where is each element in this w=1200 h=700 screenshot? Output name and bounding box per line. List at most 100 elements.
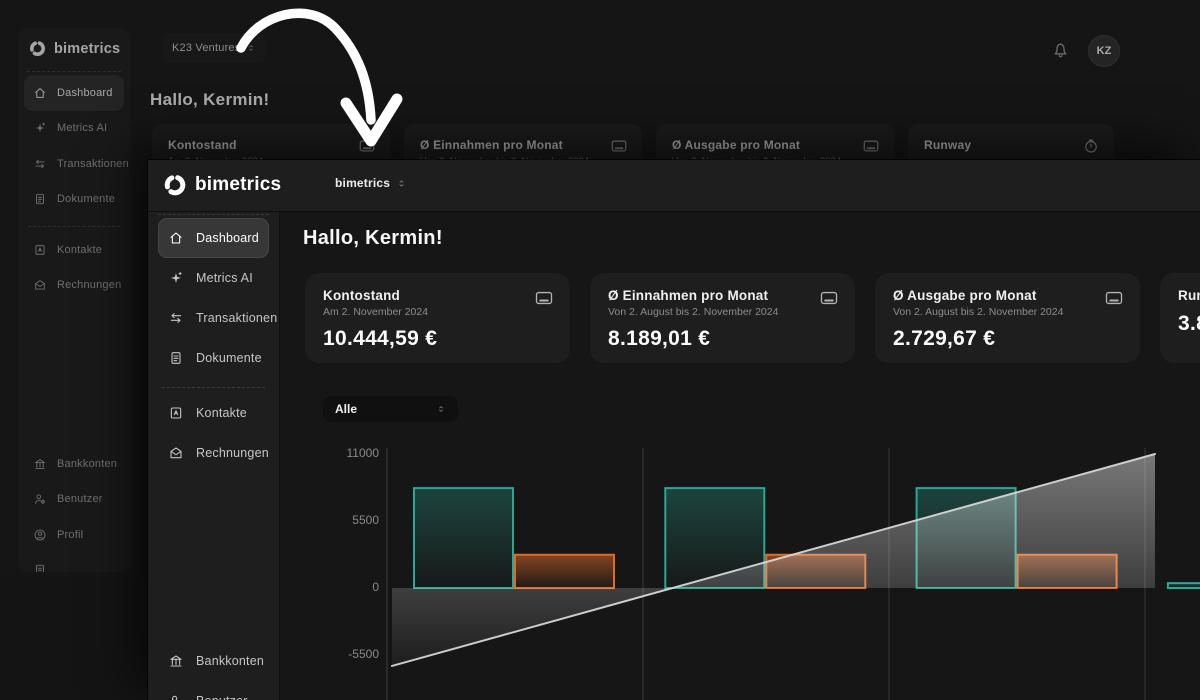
user-gear-icon [168,693,184,700]
sidebar-item-item[interactable] [24,553,124,573]
sidebar-item-label: Kontakte [57,244,102,256]
envelope-icon [33,278,47,292]
sidebar-item-metrics-ai[interactable]: Metrics AI [158,258,269,298]
sidebar: bimetrics Dashboard Metrics AI Transaktion… [18,28,130,572]
logo-mark-icon [162,172,188,198]
nav-divider [162,387,265,388]
user-circle-icon [33,528,47,542]
sidebar-item-label: Dokumente [196,351,262,365]
logo-text: bimetrics [54,41,120,57]
sidebar-item-label: Profil [57,529,83,541]
sidebar-item-kontakte[interactable]: Kontakte [24,232,124,268]
sidebar-item-kontakte[interactable]: Kontakte [158,393,269,433]
stat-cards-row: Kontostand Am 2. November 2024 10.444,59 €… [305,273,1200,363]
sidebar-item-label: Dashboard [196,231,259,245]
sidebar-item-dashboard[interactable]: Dashboard [158,218,269,258]
sidebar-item-rechnungen[interactable]: Rechnungen [158,433,269,473]
sidebar-item-dokumente[interactable]: Dokumente [158,338,269,378]
filter-select-value: Alle [335,402,357,416]
sidebar-item-bankkonten[interactable]: Bankkonten [158,641,269,681]
sidebar-nav-main: Dashboard Metrics AI Transaktionen Dokument… [24,75,124,303]
sidebar-nav-bottom: Bankkonten Benutzer Profil [24,446,124,572]
sidebar-item-label: Rechnungen [57,279,121,291]
card-icon [1104,288,1124,308]
contact-card-icon [168,405,184,421]
card-subtitle: Am 2. November 2024 [323,306,552,318]
card-value: 2.729,67 € [893,327,1122,351]
chevron-updown-icon [396,178,407,189]
foreground-app-window: bimetrics bimetrics DashboardMetrics AIT… [148,160,1200,700]
divider [27,71,121,72]
home-icon [168,230,184,246]
card-title: Ø Einnahmen pro Monat [608,288,837,303]
document-icon [33,192,47,206]
screenshot-canvas: K23 Ventures KZ bimetrics Dashboard Metri… [0,0,1200,700]
stopwatch-icon [1082,137,1100,155]
card-icon [358,137,376,155]
svg-text:0: 0 [372,580,379,594]
card-title: Kontostand [168,138,374,152]
document-icon [33,563,47,572]
chevron-updown-icon [246,43,256,53]
sparkle-icon [168,270,184,286]
workspace-selector[interactable]: bimetrics [335,176,407,190]
sparkle-icon [33,121,47,135]
stat-card-kontostand: Kontostand Am 2. November 2024 10.444,59 € [305,273,570,363]
workspace-selector[interactable]: K23 Ventures [162,33,266,63]
sidebar-item-metrics-ai[interactable]: Metrics AI [24,111,124,147]
sidebar-item-label: Benutzer [196,694,248,700]
transfer-icon [168,310,184,326]
card-title: Runway [924,138,1098,152]
stat-card-runway: Runway3.8 [1160,273,1200,363]
sidebar-item-benutzer[interactable]: Benutzer [158,681,269,700]
document-icon [168,350,184,366]
card-value: 3.8 [1178,312,1200,336]
avatar[interactable]: KZ [1088,35,1120,67]
sidebar-item-label: Transaktionen [196,311,277,325]
sidebar-nav-main: Dashboard Metrics AITransaktionen Dokument… [158,218,269,473]
sidebar-item-benutzer[interactable]: Benutzer [24,482,124,518]
app-logo: bimetrics [28,39,120,58]
sidebar: DashboardMetrics AITransaktionenDokument… [148,212,280,700]
sidebar-item-label: Dokumente [57,193,115,205]
card-value: 10.444,59 € [323,327,552,351]
card-title: Ø Einnahmen pro Monat [420,138,626,152]
card-title: Ø Ausgabe pro Monat [672,138,878,152]
chevron-updown-icon [436,404,446,414]
home-icon [33,86,47,100]
sidebar-item-dokumente[interactable]: Dokumente [24,182,124,218]
sidebar-item-dashboard[interactable]: Dashboard [24,75,124,111]
sidebar-item-label: Dashboard [57,87,113,99]
sidebar-item-label: Benutzer [57,493,103,505]
svg-text:-5500: -5500 [348,647,379,661]
sidebar-item-rechnungen[interactable]: Rechnungen [24,268,124,304]
sidebar-item-transaktionen[interactable]: Transaktionen [24,146,124,182]
contact-card-icon [33,243,47,257]
svg-text:5500: 5500 [352,513,379,527]
sidebar-nav-bottom: Bankkonten Benutzer [158,641,269,700]
logo-mark-icon [28,39,47,58]
logo-text: bimetrics [195,174,281,196]
sidebar-item-label: Kontakte [196,406,247,420]
sidebar-item-label: Metrics AI [57,122,107,134]
card-subtitle: Von 2. August bis 2. November 2024 [608,306,837,318]
card-title: Kontostand [323,288,552,303]
card-icon [819,288,839,308]
card-subtitle: Von 2. August bis 2. November 2024 [893,306,1122,318]
notifications-bell-icon[interactable] [1050,39,1071,60]
user-gear-icon [33,492,47,506]
app-header: bimetrics bimetrics [148,160,1200,212]
sidebar-item-transaktionen[interactable]: Transaktionen [158,298,269,338]
card-title: Ø Ausgabe pro Monat [893,288,1122,303]
sidebar-item-label: Bankkonten [57,458,117,470]
stat-card-einnahmen-pro-monat: Ø Einnahmen pro Monat Von 2. August bis 2… [590,273,855,363]
card-value: 8.189,01 € [608,327,837,351]
sidebar-item-bankkonten[interactable]: Bankkonten [24,446,124,482]
greeting-heading: Hallo, Kermin! [303,227,443,250]
sidebar-item-profil[interactable]: Profil [24,517,124,553]
filter-select[interactable]: Alle [323,396,458,422]
workspace-selector-label: bimetrics [335,176,390,190]
transfer-icon [33,157,47,171]
svg-text:11000: 11000 [347,446,380,460]
sidebar-item-label: Bankkonten [196,654,264,668]
